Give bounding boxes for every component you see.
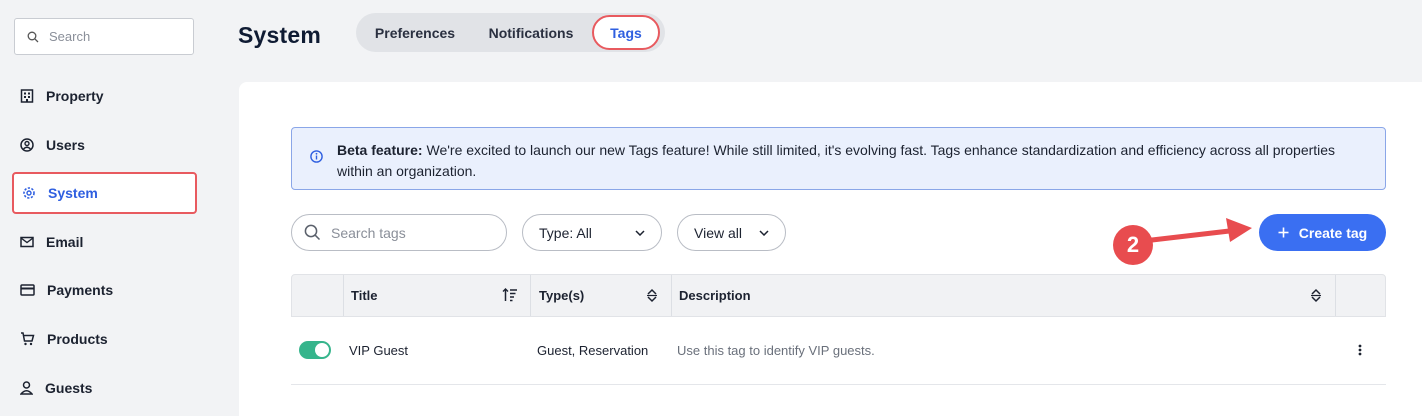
sidebar-item-label: Products xyxy=(47,331,108,347)
sidebar-item-label: Property xyxy=(46,88,104,104)
sidebar-item-users[interactable]: Users xyxy=(12,124,197,166)
tag-search-input[interactable] xyxy=(331,224,491,241)
info-icon xyxy=(310,150,323,163)
annotation-arrow-icon xyxy=(1150,218,1252,243)
sidebar-item-payments[interactable]: Payments xyxy=(12,269,197,311)
sort-descending-icon[interactable] xyxy=(502,288,518,302)
sidebar-item-label: Payments xyxy=(47,282,114,298)
sort-toggle-icon[interactable] xyxy=(1310,288,1322,303)
tab-tags[interactable]: Tags xyxy=(592,15,660,50)
toggle-knob xyxy=(315,343,329,357)
banner-body: We're excited to launch our new Tags fea… xyxy=(337,142,1336,179)
annotation-step-badge: 2 xyxy=(1113,225,1153,265)
tab-notifications[interactable]: Notifications xyxy=(470,17,592,48)
sidebar-search[interactable] xyxy=(14,18,194,55)
column-header-title[interactable]: Title xyxy=(351,275,378,316)
person-icon xyxy=(20,381,33,395)
tag-enabled-toggle[interactable] xyxy=(299,341,331,359)
cell-types: Guest, Reservation xyxy=(537,343,649,358)
banner-text: Beta feature: We're excited to launch ou… xyxy=(337,140,1369,189)
plus-icon xyxy=(1278,227,1289,238)
sidebar: Property Users System Email Payments Pro… xyxy=(0,0,238,416)
sort-toggle-icon[interactable] xyxy=(646,288,658,303)
envelope-icon xyxy=(20,236,34,248)
tab-bar: Preferences Notifications Tags xyxy=(356,13,665,52)
page-title: System xyxy=(238,22,322,48)
sidebar-item-system[interactable]: System xyxy=(12,172,197,214)
column-divider xyxy=(343,275,344,316)
sidebar-item-email[interactable]: Email xyxy=(12,221,197,263)
type-filter-label: Type: All xyxy=(539,224,592,241)
table-row[interactable]: VIP Guest Guest, Reservation Use this ta… xyxy=(291,317,1386,385)
create-tag-button[interactable]: Create tag xyxy=(1259,214,1386,251)
sidebar-item-products[interactable]: Products xyxy=(12,318,197,360)
building-icon xyxy=(20,89,34,103)
sidebar-item-label: Email xyxy=(46,234,84,250)
sidebar-item-label: Guests xyxy=(45,380,93,396)
tag-search[interactable] xyxy=(291,214,507,251)
tab-preferences[interactable]: Preferences xyxy=(360,17,470,48)
column-divider xyxy=(671,275,672,316)
user-circle-icon xyxy=(20,138,34,152)
credit-card-icon xyxy=(20,284,35,296)
sidebar-item-guests[interactable]: Guests xyxy=(12,367,197,409)
cart-icon xyxy=(21,332,35,346)
column-header-types[interactable]: Type(s) xyxy=(539,275,584,316)
gear-icon xyxy=(23,187,35,199)
chevron-down-icon xyxy=(759,229,769,236)
view-filter-label: View all xyxy=(694,224,742,241)
create-tag-label: Create tag xyxy=(1298,224,1368,241)
beta-banner: Beta feature: We're excited to launch ou… xyxy=(291,127,1386,190)
cell-title: VIP Guest xyxy=(349,343,409,358)
row-actions-button[interactable] xyxy=(1350,339,1370,361)
search-icon xyxy=(27,31,39,42)
chevron-down-icon xyxy=(635,229,645,236)
banner-bold: Beta feature: xyxy=(337,142,423,158)
column-divider xyxy=(1335,275,1336,316)
sidebar-item-label: Users xyxy=(46,137,85,153)
search-icon xyxy=(304,224,321,241)
type-filter-dropdown[interactable]: Type: All xyxy=(522,214,662,251)
sidebar-item-property[interactable]: Property xyxy=(12,75,197,117)
column-divider xyxy=(530,275,531,316)
view-filter-dropdown[interactable]: View all xyxy=(677,214,786,251)
table-header: Title Type(s) Description xyxy=(291,274,1386,317)
sidebar-search-input[interactable] xyxy=(49,29,179,44)
cell-description: Use this tag to identify VIP guests. xyxy=(677,343,875,358)
sidebar-item-label: System xyxy=(48,185,98,201)
more-vertical-icon xyxy=(1358,344,1362,356)
column-header-description[interactable]: Description xyxy=(679,275,751,316)
